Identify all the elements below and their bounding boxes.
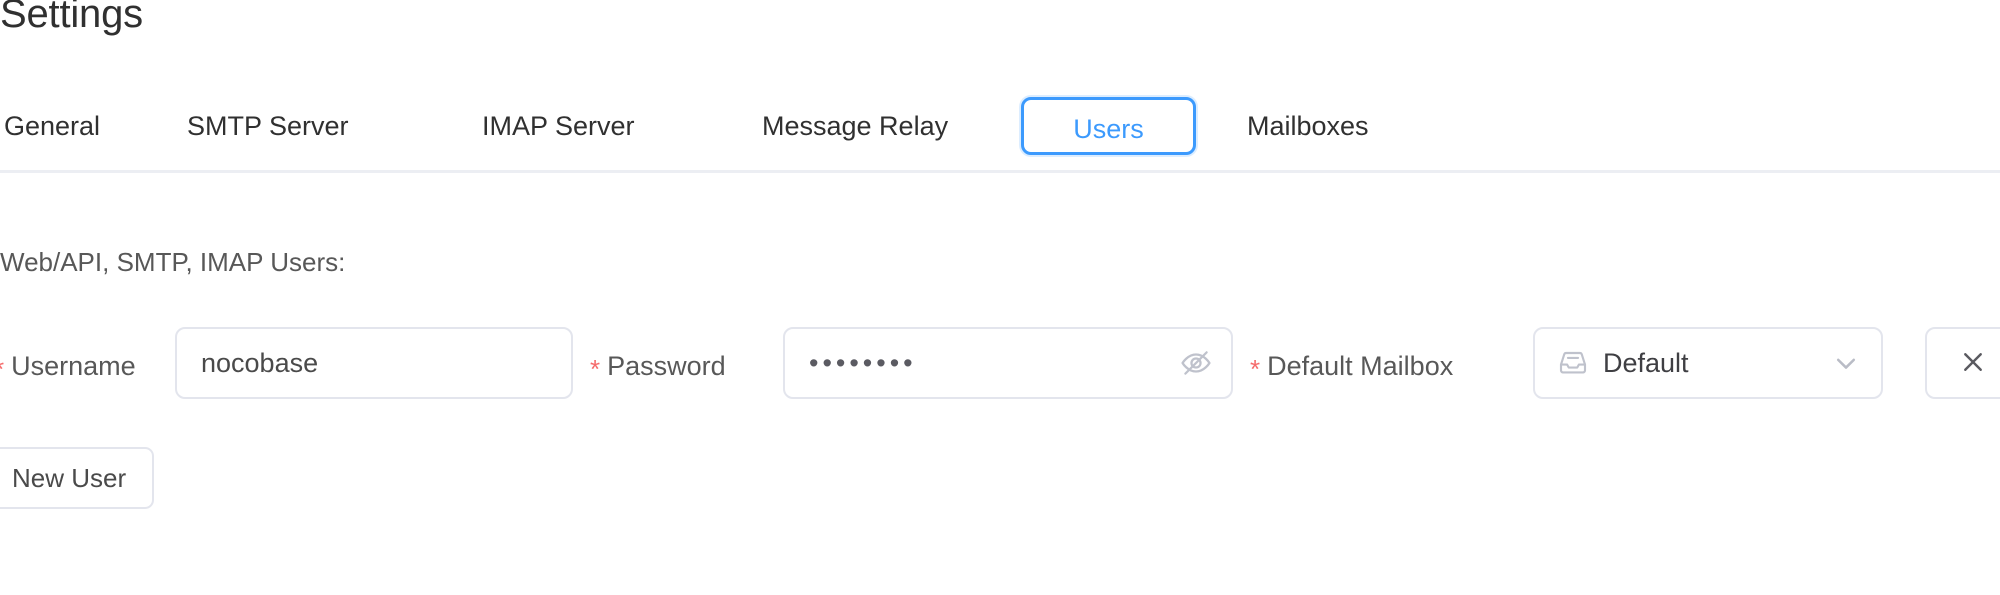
settings-tabbar: General SMTP Server IMAP Server Message …: [0, 77, 2000, 173]
close-icon[interactable]: [1957, 346, 1991, 380]
default-mailbox-value: Default: [1603, 348, 1689, 378]
new-user-button[interactable]: New User: [0, 447, 155, 509]
password-masked-value: ••••••••: [809, 348, 917, 378]
tab-users[interactable]: Users: [1021, 97, 1196, 155]
users-section-label: Web/API, SMTP, IMAP Users:: [0, 247, 346, 277]
default-mailbox-label-text: Default Mailbox: [1267, 351, 1454, 381]
tab-label: Mailboxes: [1247, 111, 1369, 141]
tab-imap-server[interactable]: IMAP Server: [478, 97, 683, 155]
password-label-text: Password: [607, 351, 726, 381]
settings-page: Settings General SMTP Server IMAP Server…: [0, 0, 2000, 595]
tab-general[interactable]: General: [0, 97, 150, 155]
eye-off-icon[interactable]: [1179, 346, 1213, 380]
tab-label: General: [4, 111, 101, 141]
chevron-down-icon[interactable]: [1829, 346, 1863, 380]
username-label: *Username: [0, 327, 136, 405]
tab-label: IMAP Server: [482, 111, 635, 141]
inbox-icon: [1557, 347, 1589, 379]
tab-label: Users: [1073, 114, 1144, 144]
tab-message-relay[interactable]: Message Relay: [758, 97, 1008, 155]
default-mailbox-label: * Default Mailbox: [1250, 327, 1453, 405]
tab-smtp-server[interactable]: SMTP Server: [183, 97, 398, 155]
required-asterisk: *: [590, 354, 601, 384]
required-asterisk: *: [1250, 354, 1261, 384]
tab-mailboxes[interactable]: Mailboxes: [1243, 97, 1418, 155]
username-label-text: Username: [11, 351, 136, 381]
required-asterisk: *: [0, 354, 4, 384]
password-label: * Password: [590, 327, 726, 405]
default-mailbox-select[interactable]: Default: [1533, 327, 1883, 399]
tab-label: SMTP Server: [187, 111, 349, 141]
tabbar-divider: [0, 170, 2000, 173]
new-user-button-label: New User: [12, 463, 127, 493]
password-input[interactable]: ••••••••: [783, 327, 1233, 399]
page-title: Settings: [0, 0, 143, 36]
username-input[interactable]: nocobase: [175, 327, 573, 399]
username-input-value: nocobase: [201, 348, 319, 378]
remove-user-button[interactable]: [1925, 327, 2000, 399]
tab-label: Message Relay: [762, 111, 949, 141]
